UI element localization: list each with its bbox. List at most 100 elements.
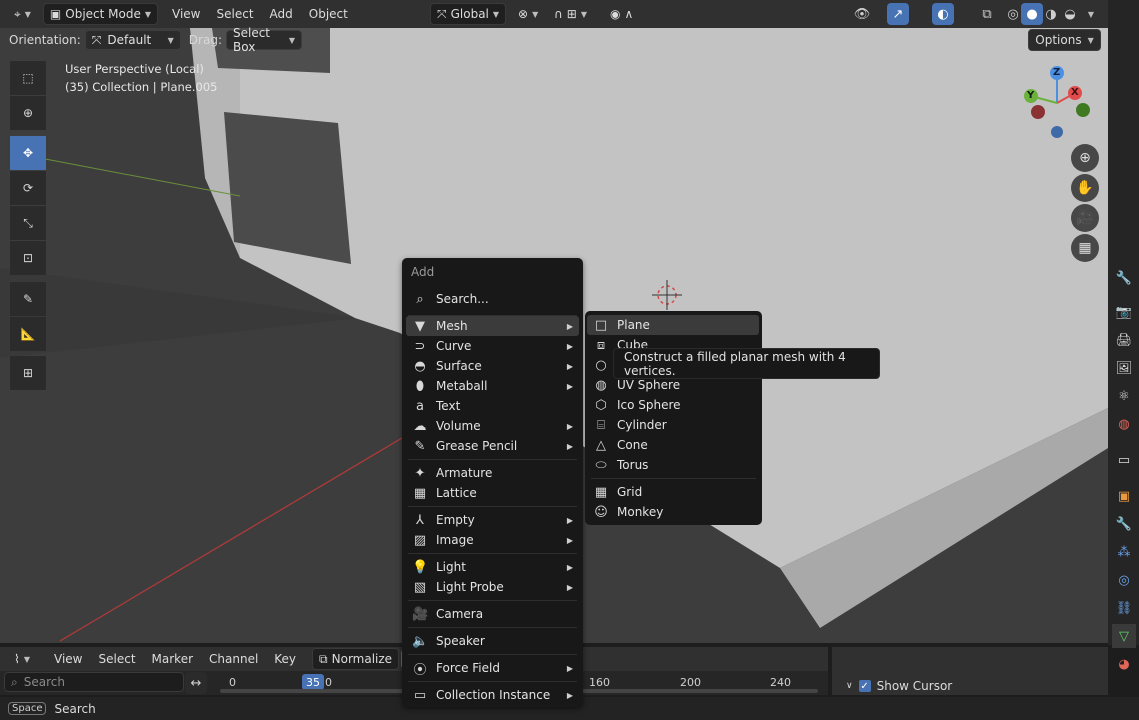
- object-properties-icon[interactable]: ▣: [1112, 484, 1136, 508]
- constraints-icon[interactable]: ⛓: [1112, 596, 1136, 620]
- perspective-toggle-icon[interactable]: ▦: [1071, 234, 1099, 262]
- shading-options-icon[interactable]: ▼: [1080, 3, 1102, 25]
- cursor-tool[interactable]: ⊕: [10, 96, 46, 130]
- view-layer-icon[interactable]: 🖼: [1112, 356, 1136, 380]
- menu-add[interactable]: Add: [262, 7, 301, 21]
- menu-item-curve[interactable]: ⊃ Curve ▶: [406, 336, 579, 356]
- output-properties-icon[interactable]: 🖨: [1112, 328, 1136, 352]
- show-cursor-checkbox[interactable]: ✓: [858, 680, 871, 692]
- orientation-icon: ⤧: [437, 6, 447, 21]
- menu-item-speaker[interactable]: 🔈 Speaker: [406, 631, 579, 651]
- menu-item-mesh[interactable]: ▼ Mesh ▶: [406, 316, 579, 336]
- monkey-icon: ☺: [594, 504, 608, 520]
- show-cursor-row[interactable]: ∨ ✓ Show Cursor: [846, 679, 952, 693]
- swap-icon[interactable]: ↔: [185, 672, 207, 694]
- rendered-shading-icon[interactable]: ◒: [1059, 3, 1081, 25]
- snap-dropdown[interactable]: ∩ ⊞ ▼: [548, 3, 593, 25]
- material-properties-icon[interactable]: ◕: [1112, 652, 1136, 676]
- mesh-item-plane[interactable]: □ Plane: [587, 315, 759, 335]
- mode-dropdown[interactable]: ▣ Object Mode ▼: [42, 3, 159, 25]
- pivot-icon: ⊗: [518, 7, 529, 21]
- cone-icon: △: [596, 437, 606, 453]
- zoom-icon[interactable]: ⊕: [1071, 144, 1099, 172]
- mesh-item-label: Grid: [617, 485, 643, 499]
- scene-properties-icon[interactable]: ⚛: [1112, 384, 1136, 408]
- collection-properties-icon[interactable]: ▭: [1112, 448, 1136, 472]
- menu-item-label: Camera: [436, 607, 484, 621]
- submenu-arrow-icon: ▶: [566, 421, 573, 431]
- menu-object[interactable]: Object: [301, 7, 356, 21]
- camera-view-icon[interactable]: 🎥: [1071, 204, 1099, 232]
- transform-tool[interactable]: ⊡: [10, 241, 46, 275]
- menu-item-empty[interactable]: ⅄ Empty ▶: [406, 510, 579, 530]
- timeline-menu-key[interactable]: Key: [266, 652, 304, 666]
- mesh-item-ico-sphere[interactable]: ⬡ Ico Sphere: [587, 395, 759, 415]
- menu-item-image[interactable]: ▨ Image ▶: [406, 530, 579, 550]
- menu-item-grease-pencil[interactable]: ✎ Grease Pencil ▶: [406, 436, 579, 456]
- menu-item-lattice[interactable]: ▦ Lattice: [406, 483, 579, 503]
- add-cube-tool[interactable]: ⊞: [10, 356, 46, 390]
- xray-toggle-icon[interactable]: ⧉: [976, 3, 998, 25]
- scale-tool[interactable]: ⤡: [10, 206, 46, 240]
- menu-item-text[interactable]: a Text: [406, 396, 579, 416]
- physics-icon[interactable]: ◎: [1112, 568, 1136, 592]
- normalize-label: Normalize: [331, 652, 393, 666]
- camera-icon: 🎥: [412, 606, 429, 622]
- menu-item-volume[interactable]: ☁ Volume ▶: [406, 416, 579, 436]
- menu-item-light[interactable]: 💡 Light ▶: [406, 557, 579, 577]
- move-tool[interactable]: ✥: [10, 136, 46, 170]
- orientation-dropdown[interactable]: ⤧ Default ▼: [84, 30, 181, 50]
- mesh-item-cylinder[interactable]: ⌸ Cylinder: [587, 415, 759, 435]
- current-frame-indicator[interactable]: 35: [302, 674, 324, 690]
- annotate-tool[interactable]: ✎: [10, 282, 46, 316]
- normalize-toggle[interactable]: ⧉ Normalize: [312, 648, 400, 670]
- rotate-tool[interactable]: ⟳: [10, 171, 46, 205]
- menu-item-camera[interactable]: 🎥 Camera: [406, 604, 579, 624]
- timeline-menu-channel[interactable]: Channel: [201, 652, 266, 666]
- modifier-properties-icon[interactable]: 🔧: [1112, 512, 1136, 536]
- particles-icon[interactable]: ⁂: [1112, 540, 1136, 564]
- timeline-search-input[interactable]: ⌕ Search: [4, 672, 184, 692]
- menu-item-force-field[interactable]: ⦿ Force Field ▶: [406, 658, 579, 678]
- menu-view[interactable]: View: [164, 7, 208, 21]
- select-box-tool[interactable]: ⬚: [10, 61, 46, 95]
- menu-item-surface[interactable]: ◓ Surface ▶: [406, 356, 579, 376]
- mesh-item-monkey[interactable]: ☺ Monkey: [587, 502, 759, 522]
- proportional-edit-dropdown[interactable]: ◉ ∧: [604, 3, 639, 25]
- menu-select[interactable]: Select: [209, 7, 262, 21]
- gizmo-y-label: Y: [1027, 90, 1035, 101]
- chevron-down-icon: ▼: [24, 9, 31, 19]
- mesh-item-torus[interactable]: ⬭ Torus: [587, 455, 759, 475]
- pivot-dropdown[interactable]: ⊗ ▼: [512, 3, 544, 25]
- timeline-menu-marker[interactable]: Marker: [144, 652, 201, 666]
- menu-item-search[interactable]: ⌕ Search...: [406, 289, 579, 309]
- render-properties-icon[interactable]: 📷: [1112, 300, 1136, 324]
- menu-item-collection-instance[interactable]: ▭ Collection Instance ▶: [406, 685, 579, 705]
- menu-item-label: Volume: [436, 419, 481, 433]
- overlay-toggle-icon[interactable]: ◐: [932, 3, 954, 25]
- menu-item-metaball[interactable]: ⬮ Metaball ▶: [406, 376, 579, 396]
- editor-type-button[interactable]: ⌖ ▼: [8, 3, 37, 25]
- transform-orientation-dropdown[interactable]: ⤧ Global ▼: [430, 3, 507, 25]
- drag-dropdown[interactable]: Select Box ▼: [225, 26, 302, 54]
- mesh-item-grid[interactable]: ▦ Grid: [587, 482, 759, 502]
- data-properties-icon[interactable]: ▽: [1112, 624, 1136, 648]
- gizmo-toggle-icon[interactable]: ↗: [887, 3, 909, 25]
- surface-icon: ◓: [414, 358, 426, 374]
- options-dropdown[interactable]: Options ▼: [1028, 29, 1101, 51]
- visibility-icon[interactable]: 👁: [851, 3, 873, 25]
- submenu-arrow-icon: ▶: [566, 690, 573, 700]
- tool-properties-icon[interactable]: 🔧: [1112, 266, 1136, 290]
- empty-icon: ⅄: [416, 512, 424, 528]
- world-properties-icon[interactable]: ◍: [1112, 412, 1136, 436]
- pan-hand-icon[interactable]: ✋: [1071, 174, 1099, 202]
- falloff-icon: ∧: [624, 7, 634, 21]
- timeline-menu-view[interactable]: View: [46, 652, 90, 666]
- mesh-item-cone[interactable]: △ Cone: [587, 435, 759, 455]
- viewport-collection-label: (35) Collection | Plane.005: [65, 80, 218, 94]
- timeline-menu-select[interactable]: Select: [91, 652, 144, 666]
- timeline-editor-type[interactable]: ⌇ ▼: [8, 648, 36, 670]
- menu-item-light-probe[interactable]: ▧ Light Probe ▶: [406, 577, 579, 597]
- measure-tool[interactable]: 📐: [10, 317, 46, 351]
- menu-item-armature[interactable]: ✦ Armature: [406, 463, 579, 483]
